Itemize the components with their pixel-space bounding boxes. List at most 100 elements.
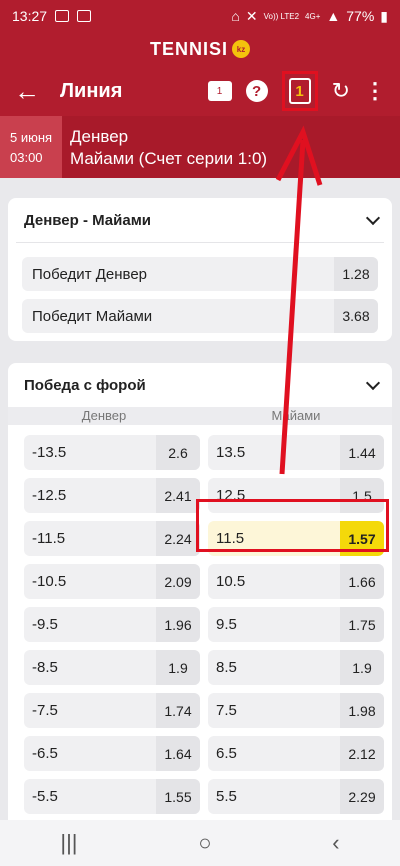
messages-icon[interactable]: 1 [207,81,232,101]
handicap-odd: 1.44 [340,435,384,470]
handicap-value: 9.5 [216,616,237,633]
network-gen-icon: 4G+ [305,11,321,21]
handicap-odd: 2.6 [156,435,200,470]
handicap-value: -13.5 [32,444,67,461]
back-arrow-icon[interactable]: ← [14,76,44,107]
winner-market-card: Денвер - Майами Победит Денвер 1.28 Побе… [8,198,392,341]
handicap-away-option[interactable]: 10.5 1.66 [208,564,384,599]
handicap-home-option[interactable]: -7.5 1.74 [24,693,200,728]
sim-icon: ⌂ [231,8,240,24]
handicap-away-option[interactable]: 13.5 1.44 [208,435,384,470]
handicap-row: -5.5 1.55 5.5 2.29 [24,779,384,814]
handicap-value: -10.5 [32,573,67,590]
battery-percent: 77% [346,8,375,24]
handicap-value: 7.5 [216,702,237,719]
signal-icon: ▲ [326,8,341,24]
event-date: 5 июня [10,130,53,145]
toolbar: ← Линия 1 ? 1 ↻ ⋮ [0,66,400,116]
handicap-odd: 2.29 [340,779,384,814]
outcome-label: Победит Денвер [32,265,147,283]
handicap-home-option[interactable]: -12.5 2.41 [24,478,200,513]
more-menu-icon[interactable]: ⋮ [364,78,386,104]
handicap-home-option[interactable]: -13.5 2.6 [24,435,200,470]
page-title: Линия [60,79,123,102]
handicap-odd: 1.74 [156,693,200,728]
messages-count: 1 [216,85,223,97]
battery-icon: ▮ [380,7,388,24]
handicap-odd: 1.98 [340,693,384,728]
bet-slip-icon[interactable]: 1 [288,78,311,104]
volte-icon: Vo)) LTE2 [263,11,300,21]
outcome-odd: 1.28 [334,257,378,291]
winner-market-header[interactable]: Денвер - Майами [8,198,392,242]
app-notification-icon [77,10,92,22]
handicap-value: -8.5 [32,659,58,676]
handicap-value: -12.5 [32,487,67,504]
handicap-grid: -13.5 2.6 13.5 1.44 -12.5 2.41 12.5 1.5 -11.5 2.2… [8,425,392,814]
handicap-value: -11.5 [32,530,66,547]
handicap-odd: 2.09 [156,564,200,599]
mute-icon: ✕ [245,7,258,24]
handicap-value: -5.5 [32,788,58,805]
outcome-odd: 3.68 [334,299,378,333]
outcome-home-win[interactable]: Победит Денвер 1.28 [22,257,378,291]
handicap-away-option[interactable]: 5.5 2.29 [208,779,384,814]
handicap-odd: 2.41 [156,478,200,513]
handicap-value: 13.5 [216,444,246,461]
notification-icon [55,10,70,22]
handicap-row: -8.5 1.9 8.5 1.9 [24,650,384,685]
handicap-away-option[interactable]: 8.5 1.9 [208,650,384,685]
team-away: Майами (Счет серии 1:0) [70,149,268,168]
handicap-market-card: Победа с форой Денвер Майами -13.5 2.6 13.… [8,363,392,866]
event-header: 5 июня 03:00 Денвер Майами (Счет серии 1… [0,116,400,178]
chevron-down-icon[interactable] [365,210,381,225]
handicap-row: -9.5 1.96 9.5 1.75 [24,607,384,642]
brand-region-badge: kz [232,40,250,58]
selected-odd-highlight [196,499,389,552]
help-icon[interactable]: ? [245,80,268,102]
recents-button[interactable]: ||| [60,830,77,856]
status-time: 13:27 [12,8,48,24]
outcome-away-win[interactable]: Победит Майами 3.68 [22,299,378,333]
back-button[interactable]: ‹ [332,830,339,856]
bet-slip-highlight: 1 [281,71,318,111]
handicap-odd: 2.12 [340,736,384,771]
handicap-away-option[interactable]: 7.5 1.98 [208,693,384,728]
handicap-away-option[interactable]: 9.5 1.75 [208,607,384,642]
team-home: Денвер [70,127,129,146]
handicap-odd: 1.64 [156,736,200,771]
handicap-value: -6.5 [32,745,58,762]
handicap-home-option[interactable]: -11.5 2.24 [24,521,200,556]
handicap-value: 8.5 [216,659,237,676]
outcome-label: Победит Майами [32,307,153,325]
chevron-down-icon[interactable] [365,375,381,390]
handicap-away-option[interactable]: 6.5 2.12 [208,736,384,771]
brand-logo: TENNISI [149,38,228,59]
handicap-home-option[interactable]: -8.5 1.9 [24,650,200,685]
event-datetime: 5 июня 03:00 [0,116,62,178]
handicap-home-option[interactable]: -9.5 1.96 [24,607,200,642]
handicap-value: 5.5 [216,788,237,805]
refresh-icon[interactable]: ↻ [332,78,350,104]
handicap-home-option[interactable]: -5.5 1.55 [24,779,200,814]
handicap-home-option[interactable]: -6.5 1.64 [24,736,200,771]
handicap-column-headers: Денвер Майами [8,407,392,425]
handicap-value: 6.5 [216,745,237,762]
handicap-odd: 1.96 [156,607,200,642]
event-teams: Денвер Майами (Счет серии 1:0) [62,116,267,178]
handicap-odd: 1.9 [340,650,384,685]
handicap-value: -7.5 [32,702,58,719]
home-button[interactable]: ○ [198,830,211,856]
column-header-home: Денвер [81,408,127,423]
handicap-market-header[interactable]: Победа с форой [8,363,392,407]
system-nav-bar: ||| ○ ‹ [0,820,400,866]
handicap-odd: 1.9 [156,650,200,685]
handicap-odd: 2.24 [156,521,200,556]
handicap-odd: 1.55 [156,779,200,814]
handicap-odd: 1.66 [340,564,384,599]
handicap-home-option[interactable]: -10.5 2.09 [24,564,200,599]
winner-market-title: Денвер - Майами [24,211,152,229]
column-header-away: Майами [271,408,321,423]
status-bar: 13:27 ⌂ ✕ Vo)) LTE2 4G+ ▲ 77% ▮ [0,0,400,32]
handicap-row: -13.5 2.6 13.5 1.44 [24,435,384,470]
